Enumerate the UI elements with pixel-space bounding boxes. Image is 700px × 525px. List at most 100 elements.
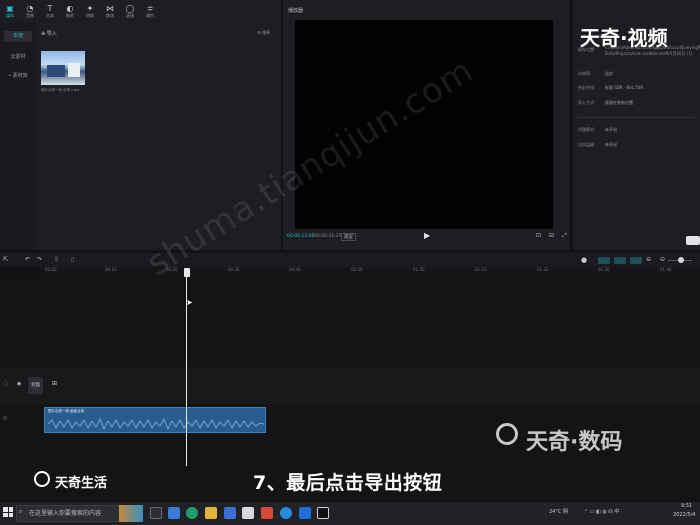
main-track-lane [0,367,700,404]
split-icon[interactable]: ⫼ [55,256,58,264]
tool-sticker[interactable]: ◐ 贴纸 [60,0,80,22]
playhead-handle[interactable] [184,268,190,277]
zoom-out-icon[interactable]: ⊝ [660,256,665,263]
fullscreen-icon[interactable]: ⤢ [562,232,567,240]
tool-audio[interactable]: ◔ 音频 [20,0,40,22]
filter-icon: ◯ [125,3,135,13]
timeline-toolbar [0,253,700,267]
app-window: ▣ 媒体 ◔ 音频 T 文本 ◐ 贴纸 ✦ 特效 ⋈ 转场 ◯ 滤镜 ≑ 调节 本地 云素材 •… [0,0,700,525]
media-thumbnail[interactable] [41,51,85,85]
text-icon: T [47,3,53,13]
ruler-tick: 00:00 [45,267,57,272]
undo-icon[interactable]: ↶ [25,256,30,263]
play-icon[interactable]: ▶ [424,231,430,240]
param-value-free-layer: 未开启 [605,142,617,147]
tray-icons[interactable]: ⌃ ▭ ◧ ◍ ☊ 中 [584,508,619,515]
tool-adjust[interactable]: ≑ 调节 [140,0,160,22]
building-shape-2 [68,63,80,77]
params-divider [577,117,695,118]
edge-icon[interactable] [186,507,198,519]
zoom-slider-handle[interactable] [678,257,684,263]
media-sidenav: 本地 云素材 • 素材库 [0,22,36,250]
param-value-colorspace: 标准 SDR - Rec.709 [605,85,643,90]
search-icon: ⌕ [19,508,23,515]
tool-transition[interactable]: ⋈ 转场 [100,0,120,22]
ruler-tick: 01:40 [660,267,672,272]
media-icon: ▣ [6,3,14,13]
adjust-icon: ≑ [146,3,154,13]
browser-icon[interactable] [280,507,292,519]
app-icon-2[interactable] [242,507,254,519]
tool-media[interactable]: ▣ 媒体 [0,0,20,22]
clip-name: 图片合成一段.画面合成 [48,409,85,413]
audio-track-icon: ◎ [3,415,8,421]
track-visibility-icon[interactable]: ◉ [17,381,21,387]
import-button[interactable]: ⊕ 导入 [41,30,57,37]
sidenav-item-library[interactable]: • 素材库 [4,71,32,82]
sidenav-item-local[interactable]: 本地 [4,31,32,42]
wps-icon[interactable] [261,507,273,519]
tool-text[interactable]: T 文本 [40,0,60,22]
start-icon-pane [8,507,13,512]
modify-button[interactable] [686,236,700,245]
clock-date[interactable]: 2022/5/4 [673,512,695,518]
redo-icon[interactable]: ↷ [37,256,42,263]
top-toolbar: ▣ 媒体 ◔ 音频 T 文本 ◐ 贴纸 ✦ 特效 ⋈ 转场 ◯ 滤镜 ≑ 调节 [0,0,281,22]
ruler-tick: 00:10 [105,267,117,272]
sticker-icon: ◐ [66,3,74,13]
capcut-icon[interactable] [317,507,329,519]
track-lock-icon[interactable]: ▢ [3,381,8,387]
app-icon-3[interactable] [299,507,311,519]
time-total: 00:00:31:25 [314,234,342,239]
weather-text[interactable]: 24°C 阴 [549,508,568,515]
param-label-free-layer: 自由层级: [578,142,596,147]
app-icon-1[interactable] [224,507,236,519]
task-view-icon[interactable] [150,507,162,519]
tool-filter[interactable]: ◯ 滤镜 [120,0,140,22]
param-label-import-mode: 导入方式: [578,100,596,105]
main-track-icon: ⊞ [52,380,58,387]
crop-icon[interactable]: ⊡ [536,232,541,239]
auto-snap-toggle[interactable] [598,257,610,264]
start-icon-pane [8,512,13,517]
param-value-resolution: 适应 [605,71,613,76]
store-icon[interactable] [168,507,180,519]
mic-icon[interactable]: ● [581,256,587,264]
ruler-tick: 01:10 [475,267,487,272]
select-tool-icon[interactable]: ⇱ [3,256,8,263]
audio-clip[interactable]: 图片合成一段.画面合成 [44,407,266,433]
file-explorer-icon[interactable] [205,507,217,519]
sort-button[interactable]: ☰ 排序 [257,30,270,36]
ratio-icon[interactable]: ⊟ [549,232,554,239]
tool-effects[interactable]: ✦ 特效 [80,0,100,22]
start-icon[interactable] [3,507,13,517]
time-current: 00:00:13:00 [287,234,315,239]
effects-icon: ✦ [86,3,94,13]
start-icon-pane [3,507,8,512]
step-subtitle: 7、最后点击导出按钮 [253,472,443,494]
search-highlight-image [119,505,143,522]
align-icon[interactable]: ⊖ [646,256,651,263]
preview-axis-toggle[interactable] [630,257,642,264]
audio-icon: ◔ [26,3,34,13]
param-value-proxy: 未开启 [605,127,617,132]
param-value-import-mode: 保留在原有位置 [605,100,633,105]
sidenav-item-cloud[interactable]: 云素材 [4,52,32,63]
cover-button[interactable]: 封面 [28,377,43,394]
ruler-tick: 01:20 [537,267,549,272]
transition-icon: ⋈ [106,3,114,13]
brand-logo-top: 天奇·视频 [580,26,668,50]
linkage-toggle[interactable] [614,257,626,264]
media-file-name: 图片合成一段.合成.mp4 [41,88,80,92]
ruler-tick: 01:30 [598,267,610,272]
player-screen[interactable] [295,20,553,229]
start-icon-pane [3,512,8,517]
mouse-cursor: ➤ [186,298,193,307]
ruler-tick: 00:40 [289,267,301,272]
param-label-colorspace: 色彩空间: [578,85,596,90]
delete-icon[interactable]: ▯ [71,256,74,263]
param-label-resolution: 分辨率: [578,71,592,76]
ratio-select[interactable]: 适应 [341,233,356,241]
clock-time[interactable]: 9:51 [681,503,692,509]
brand-mid-logo-icon [496,423,518,445]
